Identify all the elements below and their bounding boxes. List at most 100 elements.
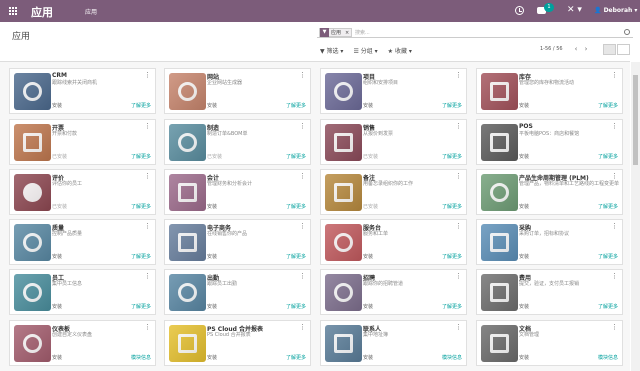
learn-more-link[interactable]: 了解更多 <box>442 203 462 210</box>
app-grid-icon[interactable] <box>9 7 17 15</box>
learn-more-link[interactable]: 模块信息 <box>442 354 462 361</box>
learn-more-link[interactable]: 模块信息 <box>131 354 151 361</box>
learn-more-link[interactable]: 了解更多 <box>131 303 151 310</box>
learn-more-link[interactable]: 了解更多 <box>131 102 151 109</box>
card-menu-icon[interactable]: ⋮ <box>299 222 306 230</box>
list-view-button[interactable] <box>617 44 630 55</box>
app-card[interactable]: 采购 采购订单，招标和协议 ⋮ 安装 了解更多 <box>476 219 623 265</box>
card-menu-icon[interactable]: ⋮ <box>299 272 306 280</box>
learn-more-link[interactable]: 模块信息 <box>598 354 618 361</box>
learn-more-link[interactable]: 了解更多 <box>286 253 306 260</box>
learn-more-link[interactable]: 了解更多 <box>598 153 618 160</box>
app-card[interactable]: 制造 制造订单&BOM单 ⋮ 已安装 了解更多 <box>164 119 311 165</box>
app-card[interactable]: CRM 跟踪线索并关闭商机 ⋮ 安装 了解更多 <box>9 68 156 114</box>
app-card[interactable]: 文档 文档管理 ⋮ 安装 模块信息 <box>476 320 623 366</box>
card-menu-icon[interactable]: ⋮ <box>611 222 618 230</box>
app-card[interactable]: POS 平板电脑POS：商店和餐馆 ⋮ 安装 了解更多 <box>476 119 623 165</box>
card-menu-icon[interactable]: ⋮ <box>611 122 618 130</box>
install-button[interactable]: 安装 <box>52 354 62 361</box>
app-card[interactable]: PS Cloud 合并报表 PS Cloud 合并报表 ⋮ 安装 了解更多 <box>164 320 311 366</box>
app-card[interactable]: 评价 评估你的员工 ⋮ 已安装 了解更多 <box>9 169 156 215</box>
install-button[interactable]: 安装 <box>519 253 529 260</box>
card-menu-icon[interactable]: ⋮ <box>611 323 618 331</box>
app-card[interactable]: 项目 组织和安排项目 ⋮ 安装 了解更多 <box>320 68 467 114</box>
scrollbar-thumb[interactable] <box>633 75 638 165</box>
app-card[interactable]: 员工 集中员工信息 ⋮ 安装 了解更多 <box>9 269 156 315</box>
learn-more-link[interactable]: 了解更多 <box>131 153 151 160</box>
card-menu-icon[interactable]: ⋮ <box>144 172 151 180</box>
card-menu-icon[interactable]: ⋮ <box>611 71 618 79</box>
app-card[interactable]: 服务台 服务和工单 ⋮ 安装 了解更多 <box>320 219 467 265</box>
card-menu-icon[interactable]: ⋮ <box>144 323 151 331</box>
card-menu-icon[interactable]: ⋮ <box>299 122 306 130</box>
learn-more-link[interactable]: 了解更多 <box>442 153 462 160</box>
debug-tools-icon[interactable]: ✕ ▾ <box>567 5 582 16</box>
favorites-button[interactable]: ★ 收藏 ▾ <box>388 46 412 55</box>
install-button[interactable]: 安装 <box>363 253 373 260</box>
card-menu-icon[interactable]: ⋮ <box>144 222 151 230</box>
activity-clock-icon[interactable] <box>515 6 524 15</box>
install-button[interactable]: 安装 <box>207 203 217 210</box>
card-menu-icon[interactable]: ⋮ <box>144 71 151 79</box>
filter-button[interactable]: ▼ 筛选 ▾ <box>320 46 343 55</box>
app-card[interactable]: 质量 控制产品质量 ⋮ 安装 了解更多 <box>9 219 156 265</box>
group-by-button[interactable]: ☰ 分组 ▾ <box>353 46 377 55</box>
pager-value[interactable]: 1-56 / 56 <box>540 46 563 52</box>
learn-more-link[interactable]: 了解更多 <box>286 102 306 109</box>
install-button[interactable]: 安装 <box>207 354 217 361</box>
install-button[interactable]: 安装 <box>207 253 217 260</box>
search-icon[interactable] <box>624 29 630 35</box>
card-menu-icon[interactable]: ⋮ <box>299 323 306 331</box>
learn-more-link[interactable]: 了解更多 <box>598 253 618 260</box>
learn-more-link[interactable]: 了解更多 <box>131 203 151 210</box>
app-card[interactable]: 销售 从报价到发票 ⋮ 已安装 了解更多 <box>320 119 467 165</box>
card-menu-icon[interactable]: ⋮ <box>455 71 462 79</box>
search-box[interactable]: ▼ 应用 × 搜索... <box>317 27 633 38</box>
install-button[interactable]: 安装 <box>519 153 529 160</box>
learn-more-link[interactable]: 了解更多 <box>598 303 618 310</box>
card-menu-icon[interactable]: ⋮ <box>299 172 306 180</box>
install-button[interactable]: 安装 <box>363 303 373 310</box>
install-button[interactable]: 安装 <box>207 102 217 109</box>
card-menu-icon[interactable]: ⋮ <box>144 122 151 130</box>
learn-more-link[interactable]: 了解更多 <box>598 203 618 210</box>
search-input[interactable]: 搜索... <box>355 29 370 36</box>
install-button[interactable]: 安装 <box>519 102 529 109</box>
kanban-view-button[interactable] <box>603 44 616 55</box>
card-menu-icon[interactable]: ⋮ <box>611 272 618 280</box>
top-menu-apps[interactable]: 应用 <box>85 7 97 16</box>
card-menu-icon[interactable]: ⋮ <box>611 172 618 180</box>
learn-more-link[interactable]: 了解更多 <box>442 102 462 109</box>
card-menu-icon[interactable]: ⋮ <box>455 122 462 130</box>
install-button[interactable]: 安装 <box>519 354 529 361</box>
app-card[interactable]: 费用 提交，验证，支付员工报销 ⋮ 安装 了解更多 <box>476 269 623 315</box>
card-menu-icon[interactable]: ⋮ <box>144 272 151 280</box>
app-card[interactable]: 开票 开票和付款 ⋮ 已安装 了解更多 <box>9 119 156 165</box>
card-menu-icon[interactable]: ⋮ <box>455 323 462 331</box>
install-button[interactable]: 安装 <box>519 303 529 310</box>
card-menu-icon[interactable]: ⋮ <box>455 222 462 230</box>
card-menu-icon[interactable]: ⋮ <box>455 272 462 280</box>
learn-more-link[interactable]: 了解更多 <box>286 303 306 310</box>
app-card[interactable]: 联系人 集中地址簿 ⋮ 安装 模块信息 <box>320 320 467 366</box>
app-card[interactable]: 备注 用备忘录组织你的工作 ⋮ 已安装 了解更多 <box>320 169 467 215</box>
app-card[interactable]: 电子商务 在线销售你的产品 ⋮ 安装 了解更多 <box>164 219 311 265</box>
app-card[interactable]: 会计 管理财务和分析会计 ⋮ 安装 了解更多 <box>164 169 311 215</box>
search-facet[interactable]: ▼ 应用 × <box>319 28 353 37</box>
install-button[interactable]: 安装 <box>52 102 62 109</box>
learn-more-link[interactable]: 了解更多 <box>286 203 306 210</box>
learn-more-link[interactable]: 了解更多 <box>598 102 618 109</box>
facet-remove-icon[interactable]: × <box>343 30 351 36</box>
learn-more-link[interactable]: 了解更多 <box>286 153 306 160</box>
learn-more-link[interactable]: 了解更多 <box>442 253 462 260</box>
card-menu-icon[interactable]: ⋮ <box>455 172 462 180</box>
app-card[interactable]: 产品生命周期管理 (PLM) 管理产品，物料清单和工艺路线的工程变更单 ⋮ 安装 了解更… <box>476 169 623 215</box>
learn-more-link[interactable]: 了解更多 <box>131 253 151 260</box>
install-button[interactable]: 安装 <box>519 203 529 210</box>
install-button[interactable]: 安装 <box>363 354 373 361</box>
app-card[interactable]: 库存 管理您的库存和物流活动 ⋮ 安装 了解更多 <box>476 68 623 114</box>
install-button[interactable]: 安装 <box>52 303 62 310</box>
install-button[interactable]: 安装 <box>363 102 373 109</box>
pager-next-button[interactable]: › <box>582 45 590 53</box>
install-button[interactable]: 安装 <box>207 303 217 310</box>
